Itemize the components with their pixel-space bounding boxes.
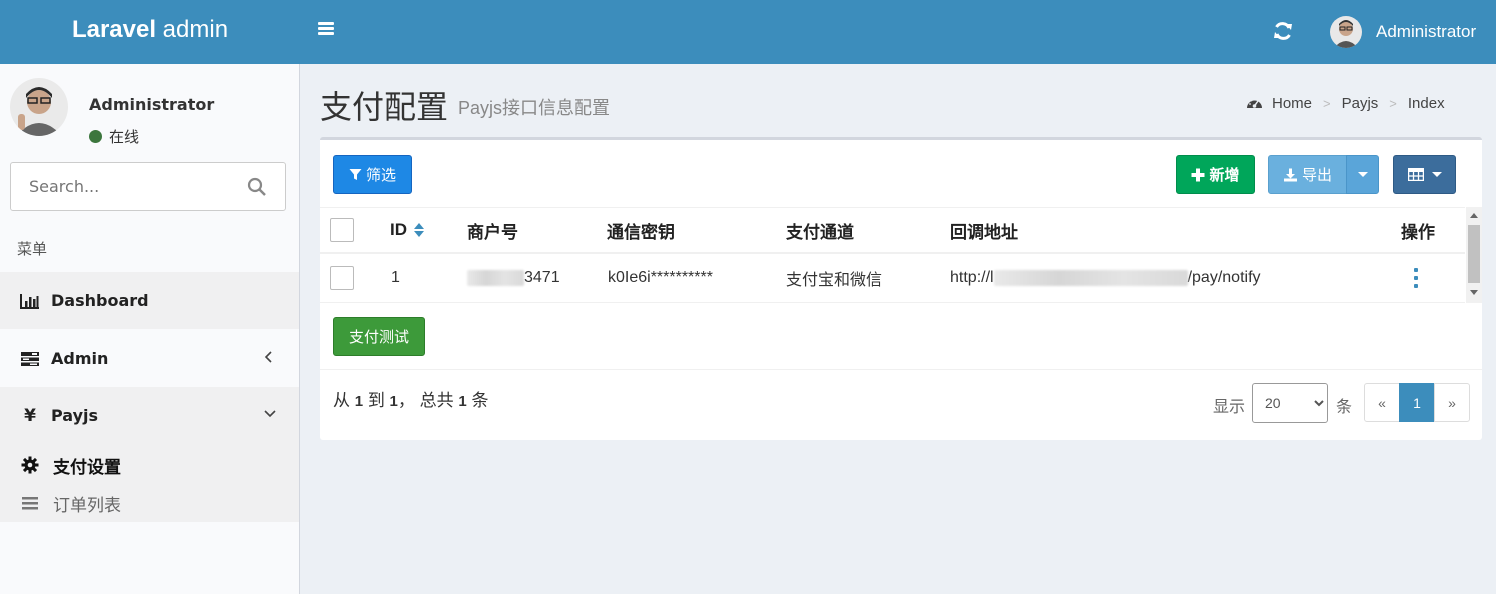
scroll-up-icon[interactable]	[1470, 213, 1478, 218]
column-header-channel: 支付通道	[786, 222, 854, 242]
row-select-cell	[330, 254, 354, 302]
user-name: Administrator	[1376, 22, 1477, 41]
sidebar-item-order-list[interactable]: 订单列表	[20, 490, 121, 516]
breadcrumb-payjs[interactable]: Payjs	[1342, 95, 1379, 112]
sidebar-item-payjs[interactable]: ¥ Payjs	[0, 387, 299, 444]
sidebar-search	[10, 162, 286, 211]
sidebar-toggle-icon[interactable]	[318, 22, 334, 36]
select-all-cell	[330, 208, 354, 252]
page-1-button[interactable]: 1	[1399, 383, 1435, 422]
breadcrumb-home[interactable]: Home	[1272, 95, 1312, 112]
top-navbar: Laravel admin Administrator	[0, 0, 1496, 64]
sidebar-user-name: Administrator	[89, 95, 215, 114]
gear-icon	[20, 455, 40, 475]
pay-test-button[interactable]: 支付测试	[333, 317, 425, 356]
breadcrumb-separator: >	[1389, 96, 1397, 111]
download-icon	[1283, 168, 1298, 182]
column-header-merchant: 商户号	[467, 222, 518, 242]
app-logo[interactable]: Laravel admin	[0, 0, 300, 64]
add-button[interactable]: 新增	[1176, 155, 1255, 194]
chevron-left-icon	[263, 349, 275, 363]
table-footer: 从 1 到 1， 总共 1 条 显示 20 条 « 1 »	[320, 369, 1482, 443]
menu-header: 菜单	[17, 241, 48, 258]
user-panel: Administrator 在线	[10, 78, 290, 146]
search-icon[interactable]	[247, 177, 267, 197]
online-dot-icon	[89, 130, 102, 143]
export-button[interactable]: 导出	[1268, 155, 1347, 194]
column-header-actions: 操作	[1401, 222, 1435, 242]
cell-id: 1	[391, 269, 400, 286]
sidebar-item-pay-settings[interactable]: 支付设置	[20, 452, 121, 478]
dashboard-icon	[1246, 95, 1263, 112]
status-badge: 在线	[89, 126, 139, 147]
caret-down-icon	[1431, 172, 1442, 177]
refresh-icon[interactable]	[1272, 20, 1294, 42]
chevron-down-icon	[263, 406, 276, 420]
redacted-text	[993, 270, 1188, 286]
search-input[interactable]	[11, 163, 231, 210]
cell-merchant: 3471	[467, 254, 560, 302]
breadcrumb: Home > Payjs > Index	[1246, 95, 1445, 112]
scroll-thumb[interactable]	[1468, 225, 1480, 283]
sort-icon[interactable]	[413, 222, 425, 238]
breadcrumb-current: Index	[1407, 95, 1445, 112]
filter-button[interactable]: 筛选	[333, 155, 412, 194]
sidebar: Administrator 在线 菜单 Dashboard Admin ¥ Pa…	[0, 64, 300, 594]
select-all-checkbox[interactable]	[330, 218, 354, 242]
plus-icon	[1191, 168, 1205, 182]
tasks-icon	[20, 349, 40, 369]
export-dropdown-button[interactable]	[1346, 155, 1379, 194]
table-scrollbar[interactable]	[1466, 207, 1482, 303]
yen-icon: ¥	[24, 405, 36, 426]
next-page-button[interactable]: »	[1434, 383, 1470, 422]
redacted-text	[467, 270, 524, 286]
bar-chart-icon	[20, 291, 40, 311]
pagination: « 1 »	[1364, 383, 1470, 422]
user-menu[interactable]: Administrator	[1330, 15, 1476, 49]
list-icon	[20, 493, 40, 513]
page-title: 支付配置	[320, 89, 449, 125]
avatar	[10, 78, 68, 136]
table-icon	[1407, 168, 1424, 181]
column-header-secret: 通信密钥	[607, 222, 675, 242]
prev-page-button[interactable]: «	[1364, 383, 1400, 422]
data-table: ID 商户号 通信密钥 支付通道 回调地址 操作 1 3471 k0Ie6i**…	[320, 207, 1465, 303]
per-page-select[interactable]: 20	[1252, 383, 1328, 423]
column-header-id[interactable]: ID	[390, 208, 425, 252]
row-actions-icon[interactable]	[1413, 268, 1419, 288]
scroll-down-icon[interactable]	[1470, 290, 1478, 295]
column-header-callback: 回调地址	[950, 222, 1018, 242]
sidebar-item-admin[interactable]: Admin	[0, 330, 299, 387]
avatar	[1330, 16, 1362, 48]
cell-actions	[1413, 254, 1419, 302]
breadcrumb-separator: >	[1323, 96, 1331, 111]
per-page-unit: 条	[1336, 399, 1353, 416]
per-page-label: 显示	[1213, 399, 1246, 416]
column-selector-button[interactable]	[1393, 155, 1456, 194]
cell-secret: k0Ie6i**********	[608, 269, 713, 286]
table-row: 1 3471 k0Ie6i********** 支付宝和微信 http://l /…	[320, 254, 1465, 303]
table-header-row: ID 商户号 通信密钥 支付通道 回调地址 操作	[320, 207, 1465, 254]
cell-callback: http://l/pay/notify	[950, 269, 1261, 286]
grid-box: 筛选 新增 导出 ID 商户号 通信密钥 支付通道 回调地址 操作 1 3471…	[320, 137, 1482, 440]
page-subtitle: Payjs接口信息配置	[458, 98, 611, 118]
pagination-summary: 从 1 到 1， 总共 1 条	[333, 391, 489, 410]
payjs-submenu: 支付设置 订单列表	[0, 444, 299, 522]
sidebar-item-dashboard[interactable]: Dashboard	[0, 272, 299, 329]
row-checkbox[interactable]	[330, 266, 354, 290]
filter-icon	[349, 168, 362, 181]
cell-channel: 支付宝和微信	[786, 272, 883, 289]
caret-down-icon	[1357, 172, 1368, 177]
